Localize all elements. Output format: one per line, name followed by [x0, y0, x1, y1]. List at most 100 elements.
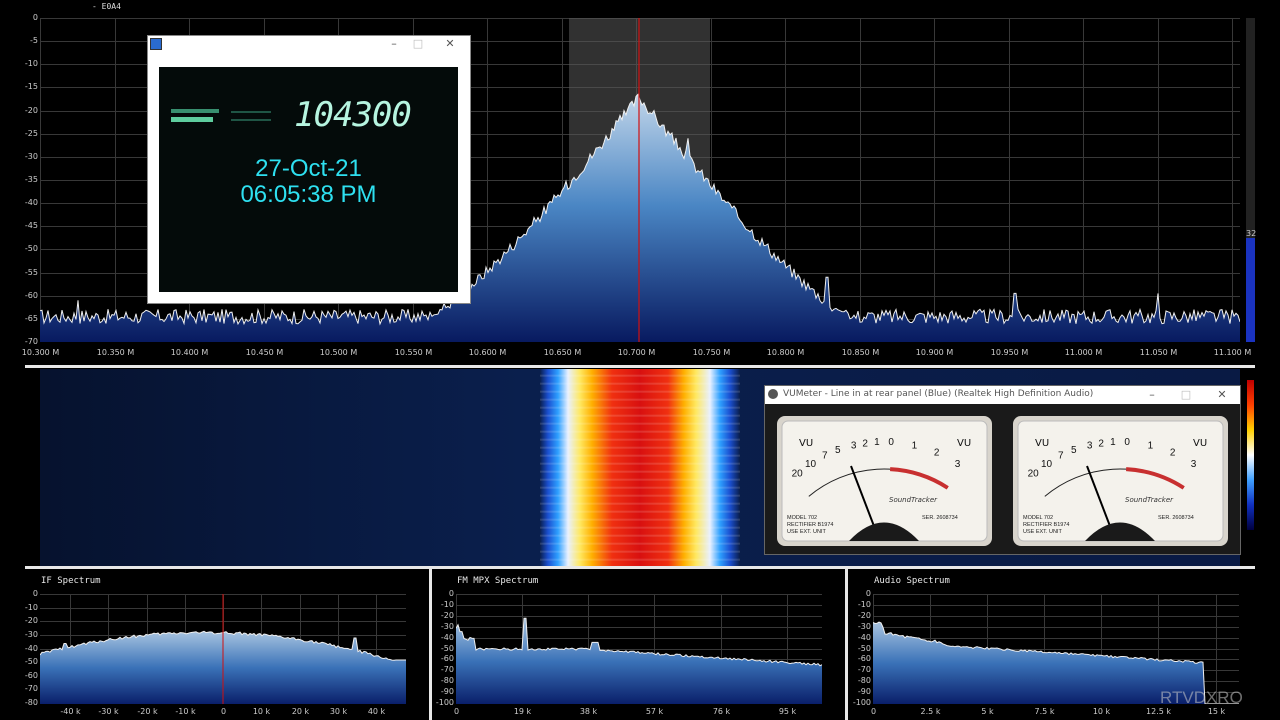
- divider: [25, 365, 1255, 368]
- vu-scale-label: 1: [874, 437, 880, 448]
- freq-tick-label: 10.350 M: [96, 348, 135, 357]
- vu-scale-label: 20: [792, 469, 804, 480]
- db-tick-label: -15: [24, 82, 38, 92]
- vu-spec-text: MODEL 702: [1023, 515, 1053, 521]
- db-tick-label: 0: [865, 589, 871, 598]
- freq-tick-label: 0: [453, 707, 460, 716]
- vu-scale-label: 10: [1041, 459, 1053, 470]
- db-tick-label: -20: [24, 105, 38, 115]
- mpx-spectrum-title: FM MPX Spectrum: [457, 576, 539, 586]
- freq-tick-label: 76 k: [712, 707, 731, 716]
- db-tick-label: -70: [857, 665, 871, 675]
- video-icon: [150, 38, 162, 50]
- db-tick-label: -10: [857, 599, 871, 609]
- freq-tick-label: 10.300 M: [21, 348, 60, 357]
- freq-tick-label: 2.5 k: [920, 707, 941, 716]
- freq-tick-label: 0: [870, 707, 877, 716]
- db-tick-label: -80: [440, 676, 454, 686]
- vumeter-app-icon: [768, 389, 778, 399]
- vu-scale-label: 3: [1087, 441, 1093, 452]
- vu-scale-label: 3: [1191, 459, 1197, 470]
- db-tick-label: -50: [857, 643, 871, 653]
- radio-display-bars: [171, 105, 271, 127]
- freq-tick-label: 11.100 M: [1213, 348, 1252, 357]
- db-tick-label: -90: [440, 687, 454, 697]
- db-tick-label: -20: [857, 610, 871, 620]
- db-tick-label: -60: [24, 670, 38, 680]
- level-value: 32: [1246, 229, 1257, 238]
- db-tick-label: -5: [30, 36, 38, 46]
- db-tick-label: 0: [32, 589, 38, 598]
- freq-tick-label: 40 k: [367, 707, 386, 716]
- db-tick-label: -30: [24, 629, 38, 639]
- video-window-titlebar[interactable]: – □ ✕: [148, 36, 470, 52]
- freq-tick-label: 10.550 M: [394, 348, 433, 357]
- db-tick-label: 0: [32, 13, 38, 22]
- freq-tick-label: 10.500 M: [319, 348, 358, 357]
- vu-scale-label: 7: [1058, 451, 1064, 462]
- minimize-button[interactable]: –: [382, 36, 406, 52]
- db-tick-label: -80: [24, 698, 38, 707]
- db-tick-label: -30: [440, 621, 454, 631]
- db-tick-label: -20: [440, 610, 454, 620]
- mpx-plot: [456, 594, 822, 704]
- vu-brand: SoundTracker: [889, 496, 938, 504]
- db-tick-label: -10: [440, 599, 454, 609]
- db-tick-label: -40: [857, 632, 871, 642]
- close-button[interactable]: ✕: [1210, 387, 1234, 403]
- vu-spec-text: MODEL 702: [787, 515, 817, 521]
- db-tick-label: 0: [448, 589, 454, 598]
- video-time: 06:05:38 PM: [240, 181, 377, 208]
- freq-tick-label: 11.000 M: [1064, 348, 1103, 357]
- db-tick-label: -50: [440, 643, 454, 653]
- freq-tick-label: 7.5 k: [1034, 707, 1055, 716]
- vu-meter-right: 20 10 7 5 3 2 1 0 1 2 3 VU VU SoundTracker MODEL 702 RE…: [1013, 416, 1228, 550]
- vu-spec-text: RECTIFIER B1974: [787, 522, 833, 528]
- maximize-button[interactable]: □: [406, 36, 430, 52]
- vu-spec-text: USE EXT. UNIT: [1023, 529, 1062, 535]
- waterfall-colorbar: [1247, 380, 1254, 530]
- vu-brand: SoundTracker: [1125, 496, 1174, 504]
- vu-scale-label: 1: [912, 441, 918, 452]
- radio-frequency-display: 104300: [294, 95, 412, 135]
- freq-tick-label: 10.400 M: [170, 348, 209, 357]
- db-tick-label: -40: [24, 643, 38, 653]
- vu-label: VU: [799, 438, 813, 449]
- vu-scale-label: 0: [1124, 437, 1130, 448]
- freq-tick-label: 10.850 M: [841, 348, 880, 357]
- freq-tick-label: 10.750 M: [692, 348, 731, 357]
- vu-scale-label: 2: [862, 438, 868, 449]
- freq-tick-label: 10 k: [1092, 707, 1111, 716]
- freq-tick-label: 57 k: [645, 707, 664, 716]
- db-tick-label: -30: [857, 621, 871, 631]
- close-button[interactable]: ✕: [438, 36, 462, 52]
- vu-scale-label: 10: [805, 459, 817, 470]
- video-date: 27-Oct-21: [255, 155, 362, 182]
- freq-tick-label: 10.800 M: [766, 348, 805, 357]
- vu-scale-label: 3: [955, 459, 961, 470]
- freq-tick-label: 95 k: [778, 707, 797, 716]
- vu-spec-text: SER. 2608734: [922, 515, 958, 521]
- vu-scale-label: 3: [851, 441, 857, 452]
- vu-scale-label: 1: [1148, 441, 1154, 452]
- vu-spec-text: USE EXT. UNIT: [787, 529, 826, 535]
- freq-tick-label: 12.5 k: [1146, 707, 1171, 716]
- vu-meter-left: 20 10 7 5 3 2 1 0 1 2 3 VU VU SoundTracker MODEL 702 RE…: [777, 416, 992, 550]
- freq-tick-label: 10.650 M: [543, 348, 582, 357]
- db-tick-label: -90: [857, 687, 871, 697]
- db-tick-label: -70: [24, 337, 38, 346]
- maximize-button[interactable]: □: [1174, 387, 1198, 403]
- vumeter-window[interactable]: VUMeter - Line in at rear panel (Blue) (…: [764, 385, 1241, 555]
- vu-scale-label: 5: [835, 445, 841, 456]
- vu-scale-label: 1: [1110, 437, 1116, 448]
- if-spectrum-title: IF Spectrum: [41, 576, 101, 586]
- vu-label: VU: [957, 438, 971, 449]
- minimize-button[interactable]: –: [1140, 387, 1164, 403]
- if-plot: [40, 594, 406, 704]
- watermark: RTVDXRO: [1160, 688, 1243, 707]
- db-tick-label: -30: [24, 151, 38, 161]
- db-tick-label: -80: [857, 676, 871, 686]
- db-tick-label: -25: [24, 128, 38, 138]
- video-window[interactable]: – □ ✕ 104300 27-Oct-21 06:05:38 PM: [147, 35, 471, 304]
- vumeter-titlebar[interactable]: VUMeter - Line in at rear panel (Blue) (…: [765, 386, 1240, 404]
